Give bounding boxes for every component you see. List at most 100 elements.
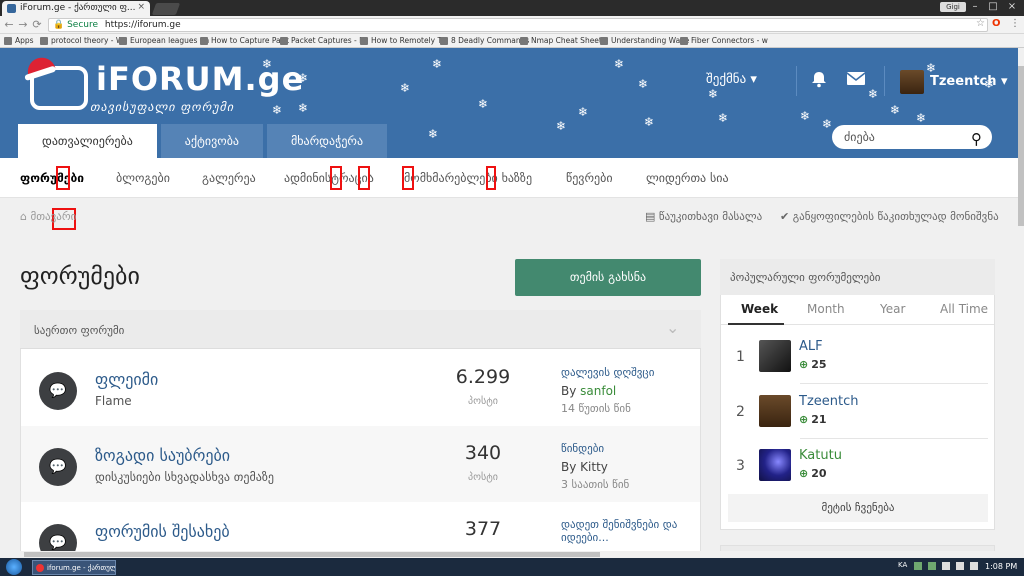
leader-name[interactable]: Katutu <box>799 448 842 463</box>
close-window-button[interactable]: × <box>1003 0 1021 14</box>
main-tabs: დათვალიერება აქტივობა მხარდაჭერა <box>18 124 388 158</box>
bookmark-item[interactable]: protocol theory - Wi <box>40 36 125 45</box>
search-icon[interactable]: ⚲ <box>971 127 982 151</box>
snowflake-icon: ❄ <box>800 109 811 123</box>
snowflake-icon: ❄ <box>614 57 625 71</box>
tray-icon[interactable] <box>928 562 936 570</box>
subnav-gallery[interactable]: გალერეა <box>202 171 256 185</box>
forum-title[interactable]: ფორუმის შესახებ <box>95 522 230 541</box>
breadcrumb[interactable]: ⌂ მთავარი <box>20 210 76 223</box>
subnav-leaderboard[interactable]: ლიდერთა სია <box>646 171 729 185</box>
taskbar-app-button[interactable]: iforum.ge - ქართული... <box>32 560 116 575</box>
new-topic-button[interactable]: თემის გახსნა <box>515 259 701 296</box>
last-post-author: By Kitty <box>561 460 608 474</box>
start-button-icon[interactable] <box>6 559 22 575</box>
forum-title[interactable]: ზოგადი საუბრები <box>95 446 230 465</box>
snowflake-icon: ❄ <box>644 115 655 129</box>
bookmark-item[interactable]: Packet Captures - Pa <box>280 36 368 45</box>
leader-name[interactable]: ALF <box>799 339 823 354</box>
bookmark-item[interactable]: How to Remotely Tu <box>360 36 446 45</box>
bookmark-item[interactable]: Fiber Connectors - w <box>680 36 768 45</box>
site-logo[interactable]: iFORUM.ge თავისუფალი ფორუმი <box>20 54 303 118</box>
last-post-time: 3 საათის წინ <box>561 478 630 491</box>
leader-avatar[interactable] <box>759 395 791 427</box>
forward-button[interactable]: → <box>16 17 30 33</box>
browser-menu-icon[interactable]: ⋮ <box>1010 18 1020 29</box>
tab-all-time[interactable]: All Time <box>940 302 988 316</box>
leader-avatar[interactable] <box>759 449 791 481</box>
bookmark-item[interactable]: Apps <box>4 36 34 45</box>
subnav-blogs[interactable]: ბლოგები <box>116 171 170 185</box>
author-link[interactable]: sanfol <box>580 384 616 398</box>
tab-activity[interactable]: აქტივობა <box>160 124 263 158</box>
leader-avatar[interactable] <box>759 340 791 372</box>
bookmark-star-icon[interactable]: ☆ <box>976 18 985 29</box>
messages-envelope-icon[interactable] <box>846 70 868 90</box>
subnav-members[interactable]: წევრები <box>566 171 613 185</box>
volume-icon[interactable] <box>970 562 978 570</box>
author-link[interactable]: Kitty <box>580 460 608 474</box>
home-icon: ⌂ <box>20 210 31 223</box>
snowflake-icon: ❄ <box>708 87 719 101</box>
chat-bubbles-icon: 💬 <box>39 524 77 551</box>
reload-button[interactable]: ⟳ <box>30 17 44 33</box>
user-avatar[interactable] <box>900 70 924 94</box>
bookmark-item[interactable]: How to Capture Pack <box>200 36 289 45</box>
user-menu[interactable]: Tzeentch ▾ <box>930 74 1008 89</box>
subnav-forums[interactable]: ფორუმები <box>20 171 84 185</box>
tray-icon[interactable] <box>914 562 922 570</box>
clock[interactable]: 1:08 PM <box>985 562 1017 571</box>
subnav-online-users[interactable]: მომხმარებლები ხაზზე <box>404 171 532 185</box>
back-button[interactable]: ← <box>2 17 16 33</box>
minimize-button[interactable]: – <box>966 0 984 14</box>
tab-month[interactable]: Month <box>807 302 845 316</box>
chat-bubbles-icon: 💬 <box>39 448 77 486</box>
mark-read-link[interactable]: ✔ განყოფილების წაკითხულად მონიშვნა <box>780 210 999 223</box>
browser-tab[interactable]: iForum.ge - ქართული ფ... × <box>2 1 150 16</box>
new-tab-button[interactable] <box>151 3 181 15</box>
forum-description: Flame <box>95 394 132 408</box>
bookmark-item[interactable]: Nmap Cheat Sheet | <box>520 36 607 45</box>
highlight-box <box>402 166 414 190</box>
network-icon[interactable] <box>956 562 964 570</box>
search-input[interactable]: ძიება ⚲ <box>832 125 992 149</box>
forum-row[interactable]: 💬 ფლეიმი Flame 6.299 პოსტი დალევის დღშვც… <box>21 350 700 426</box>
bookmark-item[interactable]: Understanding Wave <box>600 36 689 45</box>
last-post-time: 14 წუთის წინ <box>561 402 631 415</box>
snowflake-icon: ❄ <box>556 119 567 133</box>
tab-year[interactable]: Year <box>880 302 905 316</box>
tab-support[interactable]: მხარდაჭერა <box>267 124 388 158</box>
show-more-button[interactable]: მეტის ჩვენება <box>728 494 988 522</box>
vertical-scroll-thumb[interactable] <box>1018 66 1024 226</box>
last-topic-link[interactable]: დადეთ შენიშვნები და იდეები... <box>561 518 696 544</box>
forum-row[interactable]: 💬 ფორუმის შესახებ 377 დადეთ შენიშვნები დ… <box>21 502 700 551</box>
profile-chip[interactable]: Gigi <box>940 2 966 12</box>
opera-icon <box>36 564 44 572</box>
chevron-down-icon[interactable]: ⌄ <box>666 318 679 337</box>
language-indicator[interactable]: KA <box>898 561 907 569</box>
snowflake-icon: ❄ <box>868 87 879 101</box>
opera-extension-icon[interactable]: O <box>992 18 1002 30</box>
last-topic-link[interactable]: წინდები <box>561 442 696 455</box>
tab-browse[interactable]: დათვალიერება <box>18 124 157 158</box>
logo-name: iFORUM.ge <box>96 60 305 98</box>
bookmark-item[interactable]: 8 Deadly Commands <box>440 36 529 45</box>
horizontal-scroll-thumb[interactable] <box>24 552 600 557</box>
snowflake-icon: ❄ <box>400 81 411 95</box>
leader-name[interactable]: Tzeentch <box>799 394 858 409</box>
forum-title[interactable]: ფლეიმი <box>95 370 158 389</box>
leader-divider <box>800 383 988 384</box>
unread-content-link[interactable]: ▤ წაუკითხავი მასალა <box>645 210 762 223</box>
last-topic-link[interactable]: დალევის დღშვცი <box>561 366 696 379</box>
bookmark-item[interactable]: European leagues an <box>119 36 209 45</box>
notifications-bell-icon[interactable] <box>810 70 830 90</box>
tab-close-icon[interactable]: × <box>137 2 145 12</box>
tray-icon[interactable] <box>942 562 950 570</box>
maximize-button[interactable]: □ <box>984 0 1002 14</box>
create-menu[interactable]: შექმნა ▾ <box>706 72 757 87</box>
tab-title: iForum.ge - ქართული ფ... <box>20 3 136 13</box>
snowflake-icon: ❄ <box>718 111 729 125</box>
forum-row[interactable]: 💬 ზოგადი საუბრები დისკუსიები სხვადასხვა … <box>21 426 700 502</box>
address-bar[interactable]: 🔒 Secure https://iforum.ge <box>48 18 988 32</box>
tab-week[interactable]: Week <box>741 302 778 316</box>
